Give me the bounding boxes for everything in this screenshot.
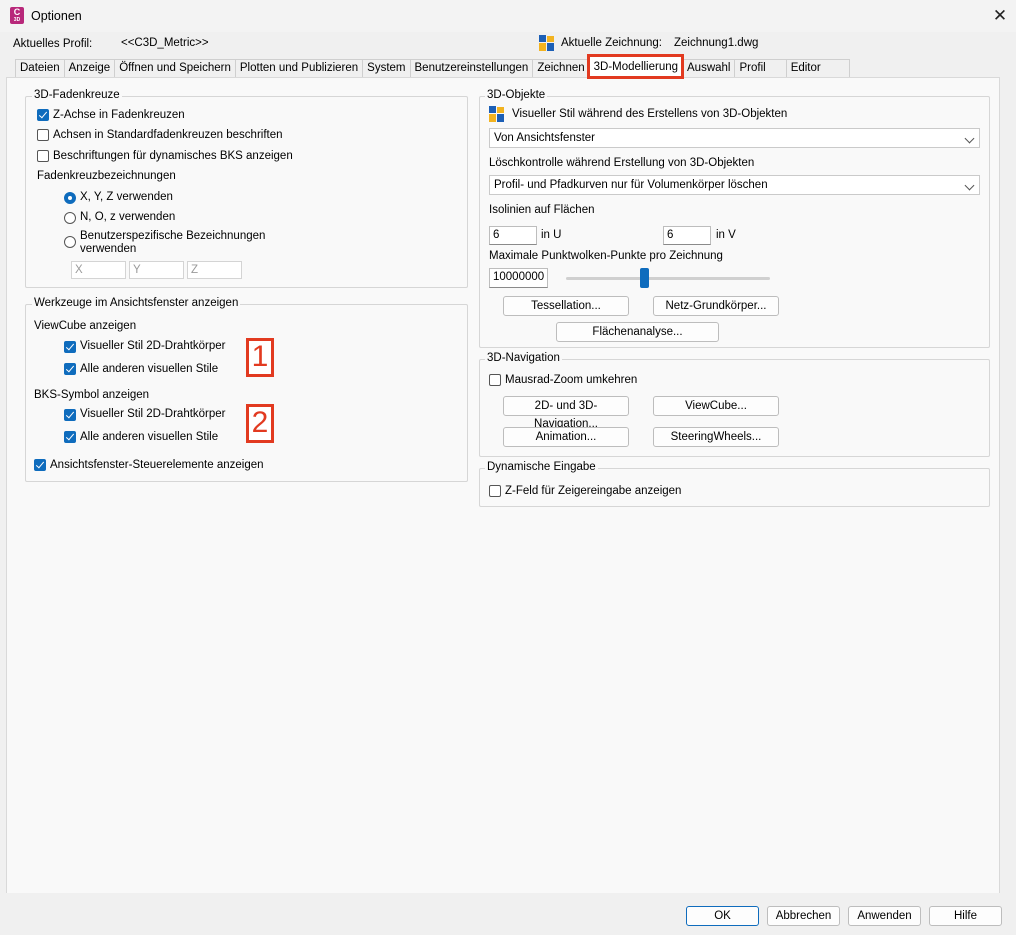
- tab-strip: Dateien Anzeige Öffnen und Speichern Plo…: [15, 54, 850, 79]
- tab-benutzereinstellungen[interactable]: Benutzereinstellungen: [409, 59, 533, 77]
- tab-3d-modellierung[interactable]: 3D-Modellierung: [586, 54, 685, 79]
- group-viewport-tools-label: Werkzeuge im Ansichtsfenster anzeigen: [32, 297, 241, 309]
- visual-style-select[interactable]: Von Ansichtsfenster: [489, 128, 980, 148]
- ok-button[interactable]: OK: [686, 906, 759, 926]
- radio-xyz[interactable]: [64, 192, 76, 204]
- pointcloud-field[interactable]: 10000000: [489, 268, 548, 288]
- group-3d-objects-label: 3D-Objekte: [485, 89, 548, 101]
- pointcloud-slider[interactable]: [566, 268, 770, 288]
- z-axis-checkbox[interactable]: [37, 109, 49, 121]
- tessellation-button[interactable]: Tessellation...: [503, 296, 629, 316]
- ucs-2d-checkbox[interactable]: [64, 409, 76, 421]
- steeringwheels-button[interactable]: SteeringWheels...: [653, 427, 779, 447]
- tab-dateien[interactable]: Dateien: [15, 59, 64, 77]
- iso-u-label: in U: [541, 229, 562, 241]
- group-dynamic-input-label: Dynamische Eingabe: [485, 461, 598, 473]
- ucs-2d-label: Visueller Stil 2D-Drahtkörper: [80, 408, 226, 420]
- surface-analysis-button[interactable]: Flächenanalyse...: [556, 322, 719, 342]
- ucs-other-label: Alle anderen visuellen Stile: [80, 431, 219, 443]
- z-field-label: Z-Feld für Zeigereingabe anzeigen: [505, 485, 682, 497]
- label-axes-checkbox[interactable]: [37, 129, 49, 141]
- viewport-controls-checkbox[interactable]: [34, 459, 46, 471]
- viewport-controls-label: Ansichtsfenster-Steuerelemente anzeigen: [50, 459, 264, 471]
- naming-label: Fadenkreuzbezeichnungen: [37, 170, 176, 182]
- profile-value: <<C3D_Metric>>: [121, 37, 209, 49]
- slider-track: [566, 277, 770, 280]
- annotation-marker-1: 1: [246, 338, 274, 377]
- visual-style-label: Visueller Stil während des Erstellens vo…: [512, 108, 788, 120]
- tab-zeichnen[interactable]: Zeichnen: [532, 59, 589, 77]
- vc-other-checkbox[interactable]: [64, 363, 76, 375]
- label-axes-label: Achsen in Standardfadenkreuzen beschrift…: [53, 129, 283, 141]
- ucs-label: BKS-Symbol anzeigen: [34, 389, 150, 401]
- radio-noz[interactable]: [64, 212, 76, 224]
- viewcube-button[interactable]: ViewCube...: [653, 396, 779, 416]
- delete-control-value: Profil- und Pfadkurven nur für Volumenkö…: [494, 179, 768, 191]
- drawing-icon: [539, 35, 554, 51]
- reverse-zoom-checkbox[interactable]: [489, 374, 501, 386]
- custom-z-field[interactable]: Z: [187, 261, 242, 279]
- title-bar: [0, 0, 1016, 32]
- isolines-label: Isolinien auf Flächen: [489, 204, 595, 216]
- iso-u-field[interactable]: 6: [489, 226, 537, 245]
- tab-anzeige[interactable]: Anzeige: [63, 59, 115, 77]
- ucs-other-checkbox[interactable]: [64, 431, 76, 443]
- tab-auswahl[interactable]: Auswahl: [682, 59, 735, 77]
- visual-style-value: Von Ansichtsfenster: [494, 132, 596, 144]
- z-axis-label: Z-Achse in Fadenkreuzen: [53, 109, 185, 121]
- close-icon[interactable]: ✕: [990, 6, 1010, 26]
- custom-y-field[interactable]: Y: [129, 261, 184, 279]
- slider-thumb[interactable]: [640, 268, 649, 288]
- annotation-marker-2: 2: [246, 404, 274, 443]
- delete-control-select[interactable]: Profil- und Pfadkurven nur für Volumenkö…: [489, 175, 980, 195]
- tab-system[interactable]: System: [362, 59, 410, 77]
- dyn-ucs-label: Beschriftungen für dynamisches BKS anzei…: [53, 150, 293, 162]
- iso-v-field[interactable]: 6: [663, 226, 711, 245]
- cancel-button[interactable]: Abbrechen: [767, 906, 840, 926]
- animation-button[interactable]: Animation...: [503, 427, 629, 447]
- tab-plotten[interactable]: Plotten und Publizieren: [234, 59, 363, 77]
- chevron-down-icon: [964, 180, 975, 191]
- delete-control-label: Löschkontrolle während Erstellung von 3D…: [489, 157, 755, 169]
- group-crosshair-label: 3D-Fadenkreuze: [32, 89, 122, 101]
- group-3d-navigation-label: 3D-Navigation: [485, 352, 562, 364]
- profile-label: Aktuelles Profil:: [13, 38, 93, 50]
- chevron-down-icon: [964, 133, 975, 144]
- navigation-button[interactable]: 2D- und 3D-Navigation...: [503, 396, 629, 430]
- reverse-zoom-label: Mausrad-Zoom umkehren: [505, 374, 638, 386]
- vc-other-label: Alle anderen visuellen Stile: [80, 363, 219, 375]
- drawing-label: Aktuelle Zeichnung:: [561, 37, 663, 49]
- custom-x-field[interactable]: X: [71, 261, 126, 279]
- apply-button[interactable]: Anwenden: [848, 906, 921, 926]
- vc-2d-label: Visueller Stil 2D-Drahtkörper: [80, 340, 226, 352]
- tab-profil[interactable]: Profil: [734, 59, 786, 77]
- radio-xyz-label: X, Y, Z verwenden: [80, 191, 173, 203]
- mesh-primitives-button[interactable]: Netz-Grundkörper...: [653, 296, 779, 316]
- z-field-checkbox[interactable]: [489, 485, 501, 497]
- radio-noz-label: N, O, z verwenden: [80, 211, 176, 223]
- radio-custom[interactable]: [64, 236, 76, 248]
- radio-custom-label-1: Benutzerspezifische Bezeichnungen: [80, 230, 266, 242]
- radio-custom-label-2: verwenden: [80, 243, 137, 255]
- tab-editor[interactable]: Editor: [785, 59, 850, 77]
- vc-2d-checkbox[interactable]: [64, 341, 76, 353]
- tab-oeffnen-speichern[interactable]: Öffnen und Speichern: [114, 59, 235, 77]
- window-title: Optionen: [31, 9, 82, 23]
- help-button[interactable]: Hilfe: [929, 906, 1002, 926]
- dyn-ucs-checkbox[interactable]: [37, 150, 49, 162]
- iso-v-label: in V: [716, 229, 736, 241]
- app-icon: C 3D: [10, 7, 24, 24]
- visual-style-icon: [489, 106, 504, 122]
- drawing-value: Zeichnung1.dwg: [674, 37, 759, 49]
- pointcloud-label: Maximale Punktwolken-Punkte pro Zeichnun…: [489, 250, 723, 262]
- viewcube-label: ViewCube anzeigen: [34, 320, 137, 332]
